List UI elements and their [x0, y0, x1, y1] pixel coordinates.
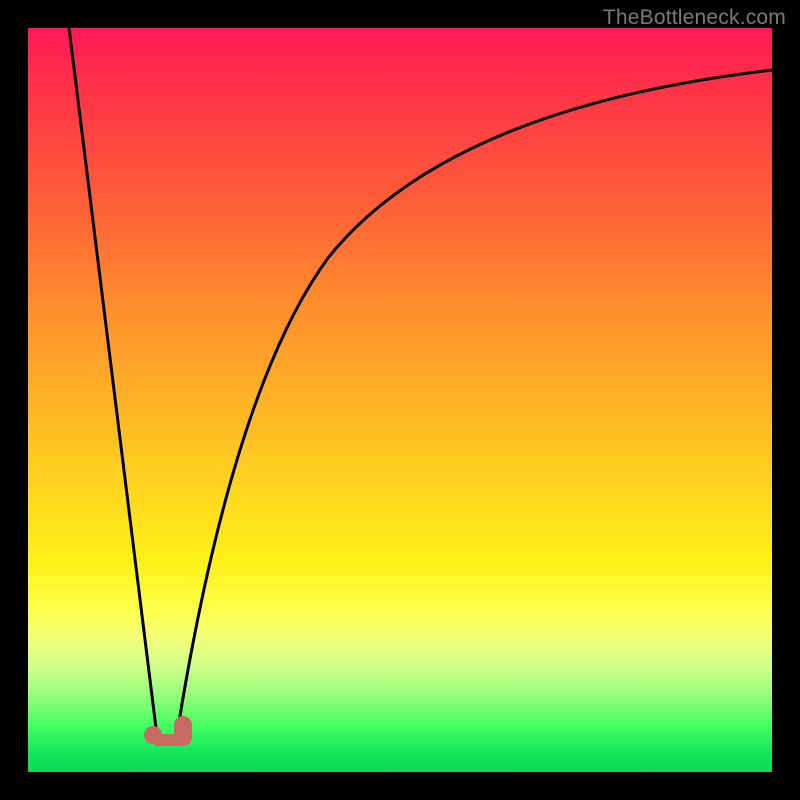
- chart-frame: TheBottleneck.com: [0, 0, 800, 800]
- curve-left-limb: [69, 28, 156, 728]
- bottleneck-curve: [28, 28, 772, 772]
- curve-right-limb: [178, 70, 772, 728]
- watermark-text: TheBottleneck.com: [603, 6, 786, 30]
- marker-right-lobe: [174, 716, 192, 746]
- plot-area: [28, 28, 772, 772]
